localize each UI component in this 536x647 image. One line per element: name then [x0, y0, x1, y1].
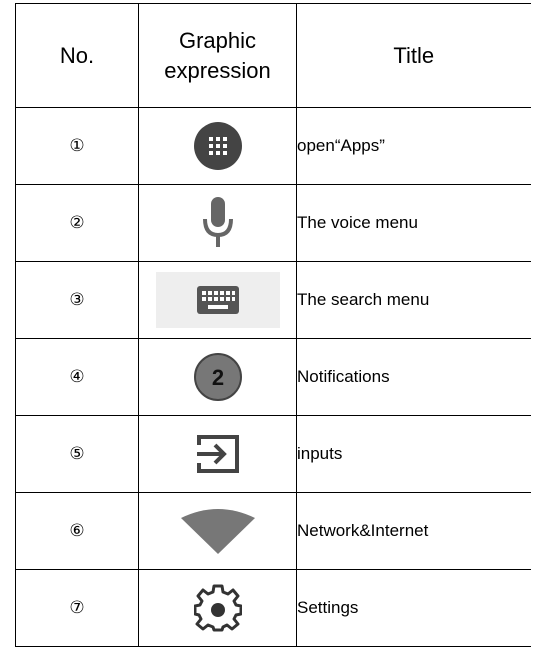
row-title: Settings — [296, 569, 531, 647]
row-title: The search menu — [296, 261, 531, 339]
row-number: ① — [15, 107, 139, 185]
header-no: No. — [15, 3, 139, 108]
header-graphic-line2: expression — [164, 57, 271, 83]
row-title: open“Apps” — [296, 107, 531, 185]
graphic-cell — [138, 415, 297, 493]
table-row: ⑤ inputs — [15, 415, 531, 493]
row-title: Notifications — [296, 338, 531, 416]
row-title: inputs — [296, 415, 531, 493]
icon-legend-table: No. Graphic expression Title ① open“Apps… — [15, 3, 531, 647]
wifi-icon — [180, 509, 255, 554]
notifications-badge-icon: 2 — [193, 353, 242, 401]
graphic-cell — [138, 492, 297, 570]
row-number: ③ — [15, 261, 139, 339]
table-row: ① open“Apps” — [15, 107, 531, 185]
keyboard-icon-background — [155, 272, 280, 328]
keyboard-icon — [196, 286, 239, 314]
table-row: ⑦ Settings — [15, 569, 531, 647]
graphic-cell — [138, 569, 297, 647]
graphic-cell: 2 — [138, 338, 297, 416]
row-number: ⑥ — [15, 492, 139, 570]
row-number: ④ — [15, 338, 139, 416]
table-row: ③ The search menu — [15, 261, 531, 339]
row-number: ② — [15, 184, 139, 262]
row-number: ⑤ — [15, 415, 139, 493]
header-row: No. Graphic expression Title — [15, 3, 531, 108]
table-row: ④ 2 Notifications — [15, 338, 531, 416]
row-title: Network&Internet — [296, 492, 531, 570]
table-row: ⑥ Network&Internet — [15, 492, 531, 570]
settings-gear-icon — [193, 584, 242, 632]
table-row: ② The voice menu — [15, 184, 531, 262]
row-number: ⑦ — [15, 569, 139, 647]
header-graphic: Graphic expression — [138, 3, 297, 108]
header-graphic-line1: Graphic — [178, 27, 257, 53]
header-title: Title — [296, 3, 531, 108]
row-title: The voice menu — [296, 184, 531, 262]
input-icon — [196, 435, 239, 473]
graphic-cell — [138, 107, 297, 185]
graphic-cell — [138, 184, 297, 262]
microphone-icon — [202, 197, 233, 247]
notification-count: 2 — [211, 365, 223, 390]
graphic-cell — [138, 261, 297, 339]
apps-grid-icon — [193, 122, 242, 170]
